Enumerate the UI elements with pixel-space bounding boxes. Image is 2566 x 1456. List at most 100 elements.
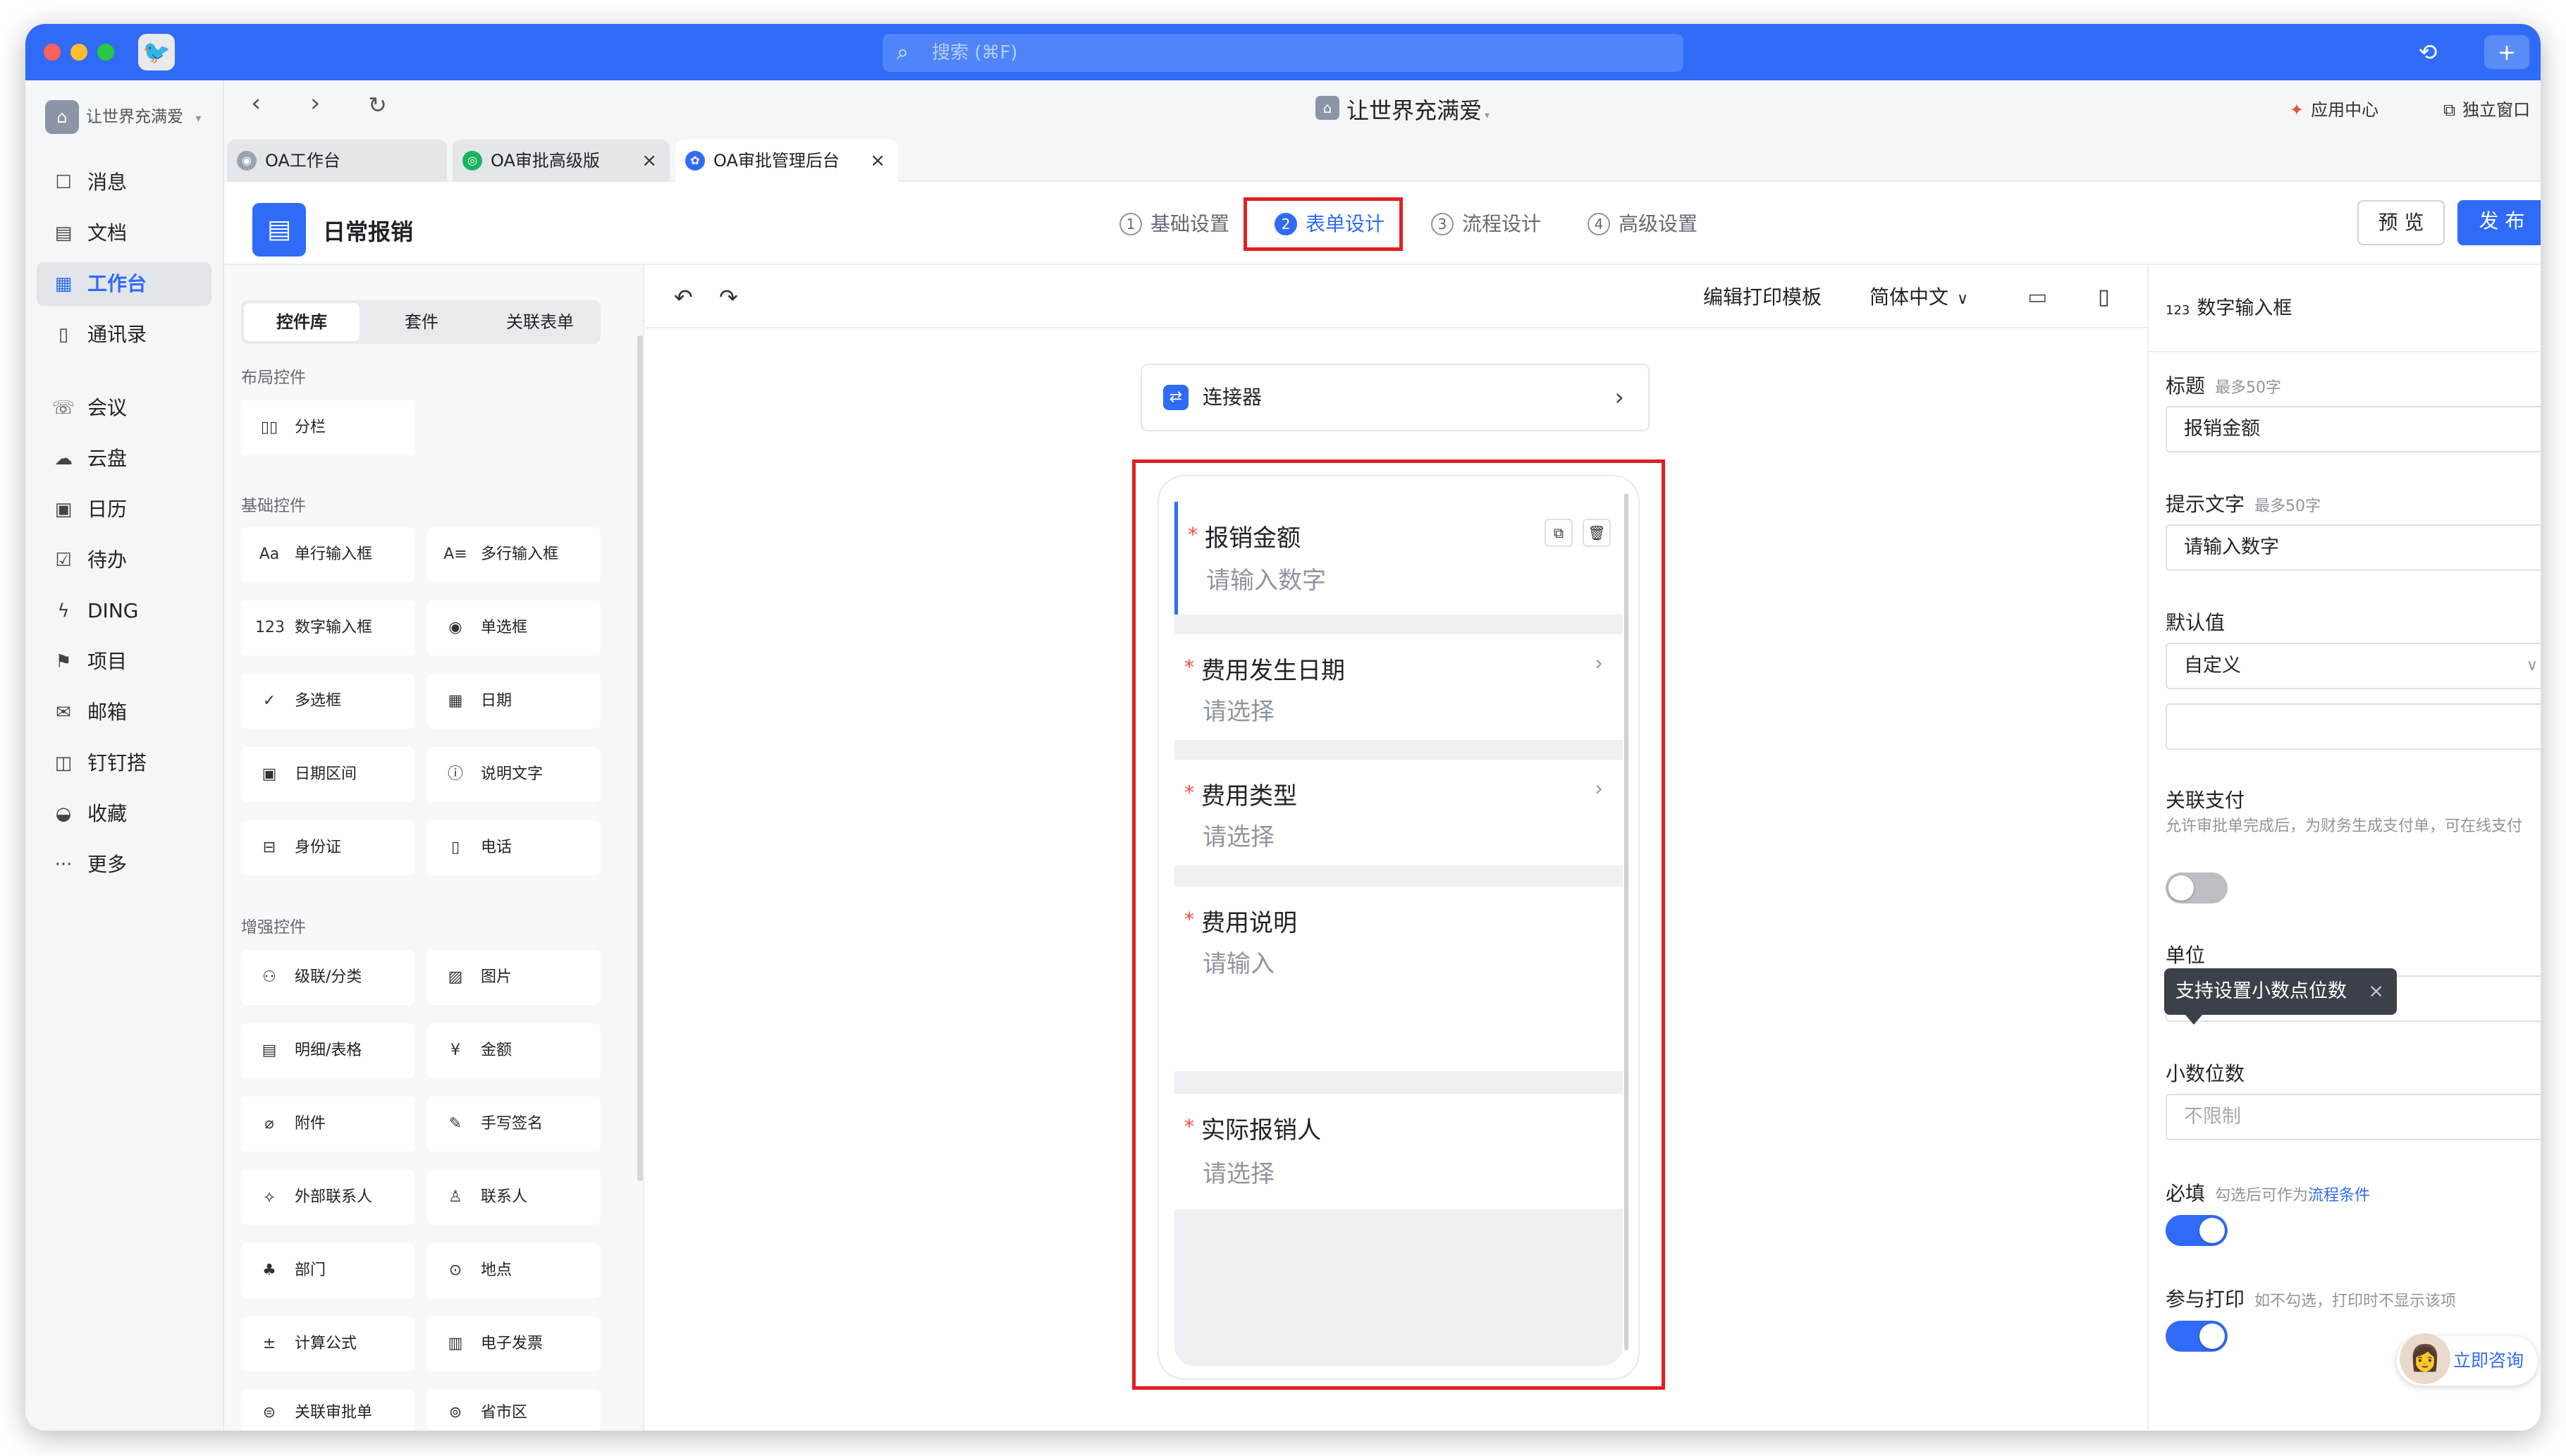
back-icon[interactable]: ‹ <box>251 89 261 118</box>
payment-toggle[interactable] <box>2166 872 2228 903</box>
language-select[interactable]: 简体中文 ∨ <box>1870 280 1968 314</box>
delete-icon[interactable]: 🗑 <box>1583 519 1611 547</box>
control-region[interactable]: ⊚ 省市区 <box>427 1390 601 1431</box>
library-scrollbar[interactable] <box>637 335 643 1181</box>
step-advanced-settings[interactable]: 4 高级设置 <box>1588 207 1698 241</box>
control-link-approval[interactable]: ⊜ 关联审批单 <box>241 1390 415 1431</box>
desktop-view-icon[interactable]: ▭ <box>2027 280 2047 314</box>
control-date-range[interactable]: ▣ 日期区间 <box>241 747 415 802</box>
redo-icon[interactable]: ↷ <box>719 280 738 314</box>
decimal-input[interactable]: 不限制 <box>2166 1094 2541 1140</box>
sidebar-item-ding[interactable]: ϟ DING <box>37 589 211 633</box>
print-toggle[interactable] <box>2166 1321 2228 1352</box>
connector-card[interactable]: ⇄ 连接器 › <box>1141 364 1650 431</box>
control-columns[interactable]: ▯▯ 分栏 <box>241 400 415 455</box>
meeting-icon: ☏ <box>51 397 75 419</box>
tab-oa-workbench[interactable]: ◉ OA工作台 <box>227 140 447 182</box>
placeholder-input[interactable]: 请输入数字 <box>2166 524 2541 571</box>
phone-scrollbar[interactable] <box>1624 493 1628 1350</box>
close-window-button[interactable] <box>44 44 61 61</box>
app-center-button[interactable]: ✦ 应用中心 <box>2290 96 2378 121</box>
required-toggle[interactable] <box>2166 1215 2228 1246</box>
control-location[interactable]: ⊙ 地点 <box>427 1243 601 1298</box>
close-tab-icon[interactable]: × <box>870 140 885 182</box>
publish-button[interactable]: 发 布 <box>2457 200 2541 245</box>
contacts-icon: ▯ <box>58 324 69 345</box>
sidebar-item-favorites[interactable]: ◒ 收藏 <box>37 792 211 836</box>
zoom-window-button[interactable] <box>97 44 114 61</box>
control-date[interactable]: ▦ 日期 <box>427 674 601 729</box>
control-money[interactable]: ¥ 金额 <box>427 1023 601 1078</box>
control-number-input[interactable]: 123 数字输入框 <box>241 600 415 655</box>
sidebar-item-builder[interactable]: ◫ 钉钉搭 <box>37 741 211 785</box>
control-info-text[interactable]: ⓘ 说明文字 <box>427 747 601 802</box>
control-contact[interactable]: ♙ 联系人 <box>427 1170 601 1225</box>
sidebar-item-more[interactable]: ··· 更多 <box>37 843 211 887</box>
sidebar-item-docs[interactable]: ▤ 文档 <box>37 211 211 255</box>
nav-bar: ‹ › ↻ ⌂ 让世界充满爱 ▾ ✦ 应用中心 ⧉ 独立窗口 <box>224 80 2541 137</box>
control-image[interactable]: ▨ 图片 <box>427 950 601 1005</box>
minimize-window-button[interactable] <box>70 44 87 61</box>
form-field-expense-date[interactable]: * 费用发生日期 请选择 › <box>1174 634 1623 740</box>
segment-suites[interactable]: 套件 <box>364 303 479 341</box>
close-icon[interactable]: × <box>2368 968 2384 1015</box>
workbench-icon: ▦ <box>54 273 73 295</box>
default-value-input[interactable] <box>2166 703 2541 750</box>
control-id-card[interactable]: ⊟ 身份证 <box>241 820 415 875</box>
control-table[interactable]: ▤ 明细/表格 <box>241 1023 415 1078</box>
add-icon[interactable]: + <box>2484 35 2529 69</box>
control-department[interactable]: ♣ 部门 <box>241 1243 415 1298</box>
sidebar-item-messages[interactable]: ☐ 消息 <box>37 161 211 204</box>
tab-oa-approval-admin[interactable]: ✿ OA审批管理后台 × <box>675 140 898 182</box>
default-value-select[interactable]: 自定义 ∨ <box>2166 643 2541 689</box>
consult-button[interactable]: 👩 立即咨询 <box>2397 1333 2538 1386</box>
control-formula[interactable]: ± 计算公式 <box>241 1316 415 1371</box>
copy-icon[interactable]: ⧉ <box>1545 519 1573 547</box>
form-field-reimburse-person[interactable]: * 实际报销人 请选择 <box>1174 1094 1623 1209</box>
step-basic-settings[interactable]: 1 基础设置 <box>1119 207 1229 241</box>
sidebar-item-cloud[interactable]: ☁ 云盘 <box>37 437 211 481</box>
control-text-input[interactable]: Aa 单行输入框 <box>241 527 415 582</box>
standalone-window-button[interactable]: ⧉ 独立窗口 <box>2443 96 2530 121</box>
form-field-amount[interactable]: * 报销金额 请输入数字 ⧉ 🗑 <box>1174 502 1623 615</box>
preview-button[interactable]: 预 览 <box>2357 200 2445 245</box>
form-field-expense-type[interactable]: * 费用类型 请选择 › <box>1174 760 1623 865</box>
control-external-contact[interactable]: ⟡ 外部联系人 <box>241 1170 415 1225</box>
org-switcher[interactable]: ⌂ 让世界充满爱 ▾ <box>45 97 214 137</box>
control-radio[interactable]: ◉ 单选框 <box>427 600 601 655</box>
sidebar-item-meeting[interactable]: ☏ 会议 <box>37 386 211 430</box>
history-icon[interactable]: ⟲ <box>2411 35 2445 69</box>
control-attachment[interactable]: ⌀ 附件 <box>241 1097 415 1152</box>
sidebar-item-calendar[interactable]: ▣ 日历 <box>37 488 211 531</box>
forward-icon[interactable]: › <box>310 89 320 118</box>
segment-linked-forms[interactable]: 关联表单 <box>482 303 598 341</box>
mobile-view-icon[interactable]: ▯ <box>2098 280 2110 314</box>
main-sidebar: ⌂ 让世界充满爱 ▾ ☐ 消息 ▤ 文档 ▦ 工作台 ▯ 通讯录 ☏ 会议 ☁ 云盘 ▣ 日历… <box>25 80 224 1431</box>
control-signature[interactable]: ✎ 手写签名 <box>427 1097 601 1152</box>
global-search-input[interactable]: ⌕ 搜索 (⌘F) <box>883 34 1683 72</box>
undo-icon[interactable]: ↶ <box>674 280 693 314</box>
sidebar-item-project[interactable]: ⚑ 项目 <box>37 640 211 684</box>
form-field-expense-desc[interactable]: * 费用说明 请输入 <box>1174 887 1623 1071</box>
sidebar-item-contacts[interactable]: ▯ 通讯录 <box>37 313 211 357</box>
refresh-icon[interactable]: ↻ <box>368 92 387 118</box>
control-invoice[interactable]: ▥ 电子发票 <box>427 1316 601 1371</box>
control-phone[interactable]: ▯ 电话 <box>427 820 601 875</box>
edit-print-template-button[interactable]: 编辑打印模板 <box>1703 280 1822 314</box>
step-process-design[interactable]: 3 流程设计 <box>1431 207 1541 241</box>
control-type-header: 123 数字输入框 <box>2149 265 2541 352</box>
control-checkbox[interactable]: ✓ 多选框 <box>241 674 415 729</box>
required-mark: * <box>1184 655 1194 679</box>
sidebar-item-workbench[interactable]: ▦ 工作台 <box>37 262 211 306</box>
tab-bar: ◉ OA工作台 ◎ OA审批高级版 × ✿ OA审批管理后台 × <box>224 137 2541 182</box>
segment-controls[interactable]: 控件库 <box>244 303 360 341</box>
sidebar-item-mail[interactable]: ✉ 邮箱 <box>37 691 211 734</box>
close-tab-icon[interactable]: × <box>642 140 657 182</box>
title-input[interactable]: 报销金额 <box>2166 406 2541 452</box>
decimal-tooltip: 支持设置小数点位数 × <box>2164 968 2397 1025</box>
process-condition-link[interactable]: 流程条件 <box>2308 1187 2370 1204</box>
tab-oa-approval-pro[interactable]: ◎ OA审批高级版 × <box>453 140 670 182</box>
control-textarea[interactable]: A≡ 多行输入框 <box>427 527 601 582</box>
control-cascade[interactable]: ⚇ 级联/分类 <box>241 950 415 1005</box>
sidebar-item-todo[interactable]: ☑ 待办 <box>37 538 211 582</box>
